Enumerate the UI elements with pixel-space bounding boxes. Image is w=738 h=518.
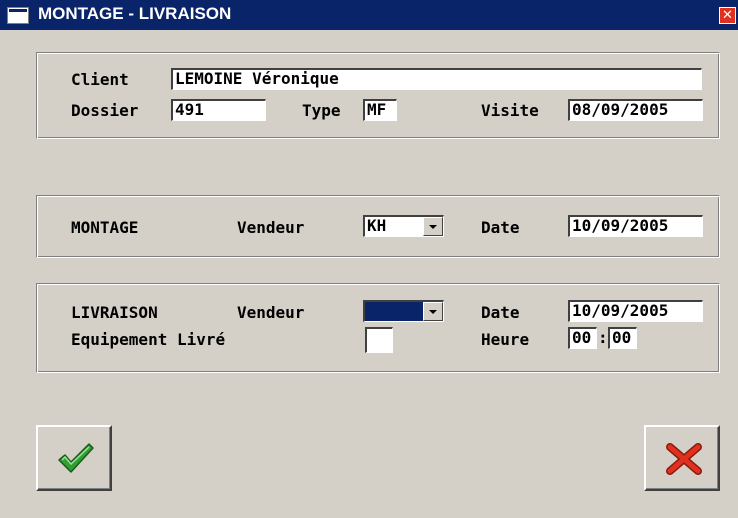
dossier-label: Dossier bbox=[71, 101, 139, 120]
heure-label: Heure bbox=[481, 330, 530, 349]
livraison-section-label: LIVRAISON bbox=[71, 303, 158, 322]
close-button[interactable]: ✕ bbox=[719, 7, 736, 24]
chevron-down-icon[interactable] bbox=[423, 217, 443, 236]
visite-field[interactable]: 08/09/2005 bbox=[568, 99, 703, 121]
cancel-button[interactable] bbox=[644, 425, 720, 491]
visite-label: Visite bbox=[481, 101, 539, 120]
livraison-date-field[interactable]: 10/09/2005 bbox=[568, 300, 703, 322]
client-field[interactable]: LEMOINE Véronique bbox=[171, 68, 702, 90]
dossier-field[interactable]: 491 bbox=[171, 99, 266, 121]
montage-section-label: MONTAGE bbox=[71, 218, 139, 237]
heure-minutes-field[interactable]: 00 bbox=[608, 327, 637, 349]
montage-vendeur-label: Vendeur bbox=[237, 218, 305, 237]
heure-separator: : bbox=[598, 328, 608, 347]
montage-date-field[interactable]: 10/09/2005 bbox=[568, 215, 703, 237]
type-field[interactable]: MF bbox=[363, 99, 397, 121]
checkmark-icon bbox=[58, 443, 94, 473]
title-bar: MONTAGE - LIVRAISON ✕ bbox=[0, 0, 738, 30]
livraison-vendeur-label: Vendeur bbox=[237, 303, 305, 322]
chevron-down-icon[interactable] bbox=[423, 302, 443, 321]
window-icon bbox=[7, 7, 29, 24]
type-label: Type bbox=[302, 101, 341, 120]
montage-vendeur-dropdown[interactable]: KH bbox=[363, 215, 444, 237]
equipement-livre-checkbox[interactable] bbox=[365, 327, 393, 353]
equipement-livre-label: Equipement Livré bbox=[71, 330, 226, 349]
livraison-date-label: Date bbox=[481, 303, 520, 322]
client-label: Client bbox=[71, 70, 129, 89]
montage-date-label: Date bbox=[481, 218, 520, 237]
client-groupbox bbox=[36, 52, 720, 139]
cross-icon bbox=[666, 443, 702, 475]
window-title: MONTAGE - LIVRAISON bbox=[38, 4, 232, 23]
validate-button[interactable] bbox=[36, 425, 112, 491]
montage-vendeur-value: KH bbox=[367, 216, 387, 235]
heure-hours-field[interactable]: 00 bbox=[568, 327, 597, 349]
livraison-vendeur-dropdown[interactable] bbox=[363, 300, 444, 322]
